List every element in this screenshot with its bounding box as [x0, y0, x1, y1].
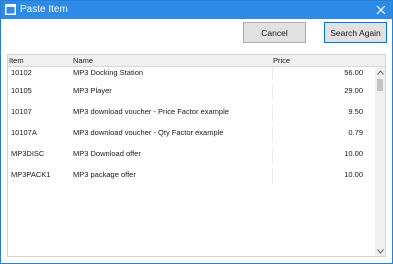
- window-icon: [5, 4, 16, 15]
- item-price: 10.00: [344, 149, 363, 158]
- column-header-price[interactable]: Price: [273, 56, 290, 66]
- column-header-name[interactable]: Name: [73, 56, 93, 66]
- close-icon: [376, 5, 386, 15]
- column-header-item[interactable]: Item: [9, 56, 24, 66]
- table-row[interactable]: MP3PACK1 MP3 package offer 10.00: [8, 166, 375, 187]
- scrollbar-thumb[interactable]: [377, 79, 383, 91]
- grid-rows: 10102 MP3 Docking Station 56.00 10105 MP…: [8, 67, 375, 187]
- column-divider: [272, 67, 273, 80]
- table-row[interactable]: 10107A MP3 download voucher - Qty Factor…: [8, 124, 375, 145]
- table-row[interactable]: 10105 MP3 Player 29.00: [8, 82, 375, 103]
- item-price: 9.50: [348, 107, 363, 116]
- chevron-down-icon: [376, 248, 384, 254]
- scroll-down-button[interactable]: [375, 246, 385, 256]
- item-name: MP3 download voucher - Qty Factor exampl…: [73, 128, 224, 137]
- column-divider: [272, 105, 273, 121]
- item-name: MP3 Download offer: [73, 149, 141, 158]
- search-again-button[interactable]: Search Again: [324, 22, 387, 43]
- item-price: 29.00: [344, 86, 363, 95]
- column-divider: [272, 168, 273, 184]
- item-code: MP3DISC: [11, 149, 45, 158]
- cancel-button[interactable]: Cancel: [243, 22, 306, 43]
- item-price: 0.79: [348, 128, 363, 137]
- item-price: 10.00: [344, 170, 363, 179]
- table-row[interactable]: MP3DISC MP3 Download offer 10.00: [8, 145, 375, 166]
- item-code: MP3PACK1: [11, 170, 51, 179]
- table-row[interactable]: 10102 MP3 Docking Station 56.00: [8, 67, 375, 82]
- item-name: MP3 Docking Station: [73, 68, 144, 77]
- chevron-up-icon: [376, 69, 384, 75]
- item-code: 10105: [11, 86, 32, 95]
- toolbar: Cancel Search Again: [1, 19, 392, 45]
- item-code: 10107: [11, 107, 32, 116]
- item-name: MP3 Player: [73, 86, 112, 95]
- item-code: 10107A: [11, 128, 37, 137]
- grid-header: Item Name Price: [8, 55, 385, 67]
- title-bar: Paste Item: [1, 1, 392, 19]
- close-button[interactable]: [370, 1, 392, 19]
- scroll-up-button[interactable]: [375, 67, 385, 77]
- table-row[interactable]: 10107 MP3 download voucher - Price Facto…: [8, 103, 375, 124]
- window-title: Paste Item: [20, 4, 68, 15]
- items-grid: Item Name Price 10102 MP3 Docking Statio…: [7, 54, 386, 257]
- paste-item-dialog: Paste Item Cancel Search Again Item Name…: [0, 0, 393, 264]
- column-divider: [272, 147, 273, 163]
- item-code: 10102: [11, 68, 32, 77]
- vertical-scrollbar[interactable]: [375, 67, 385, 256]
- item-name: MP3 download voucher - Price Factor exam…: [73, 107, 229, 116]
- column-divider: [272, 126, 273, 142]
- item-price: 56.00: [344, 68, 363, 77]
- column-divider: [272, 84, 273, 100]
- item-name: MP3 package offer: [73, 170, 136, 179]
